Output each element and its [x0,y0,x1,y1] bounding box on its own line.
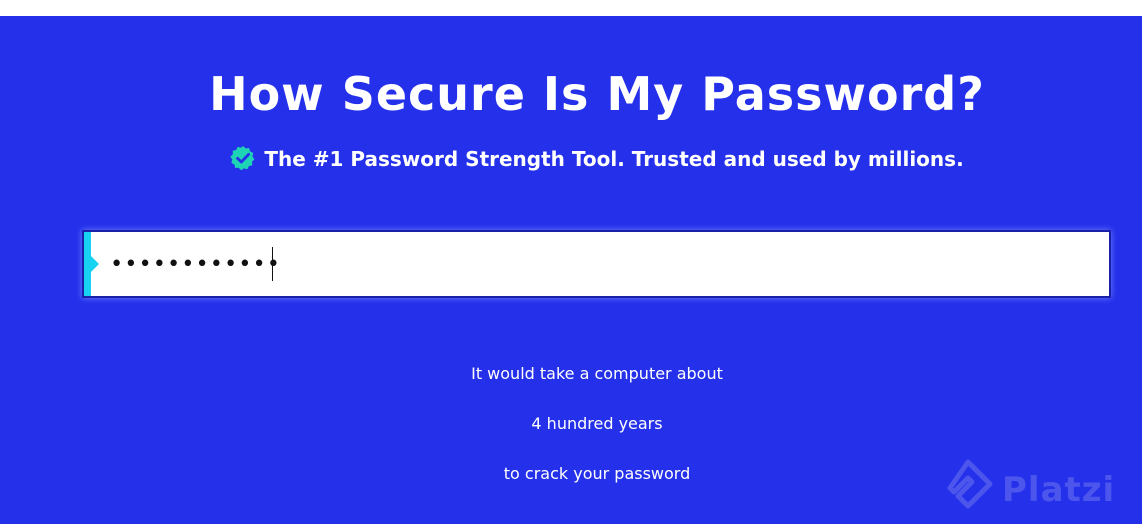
input-accent-arrow-icon [91,256,99,272]
platzi-watermark: Platzi [940,454,1140,524]
input-accent-bar [84,232,91,296]
top-strip [0,0,1142,16]
subtitle: The #1 Password Strength Tool. Trusted a… [0,144,1142,174]
password-input[interactable] [110,232,1100,296]
hero-section: How Secure Is My Password? The #1 Passwo… [0,16,1142,524]
crack-time-value: 4 hundred years [531,414,663,433]
subtitle-text: The #1 Password Strength Tool. Trusted a… [264,147,964,171]
page-title: How Secure Is My Password? [209,67,985,121]
password-field-container[interactable] [82,230,1111,298]
result-line-intro: It would take a computer about [471,364,723,383]
platzi-logo-icon [947,459,993,509]
watermark-text: Platzi [1002,470,1116,510]
verified-check-icon [230,145,256,171]
text-caret [272,247,273,281]
